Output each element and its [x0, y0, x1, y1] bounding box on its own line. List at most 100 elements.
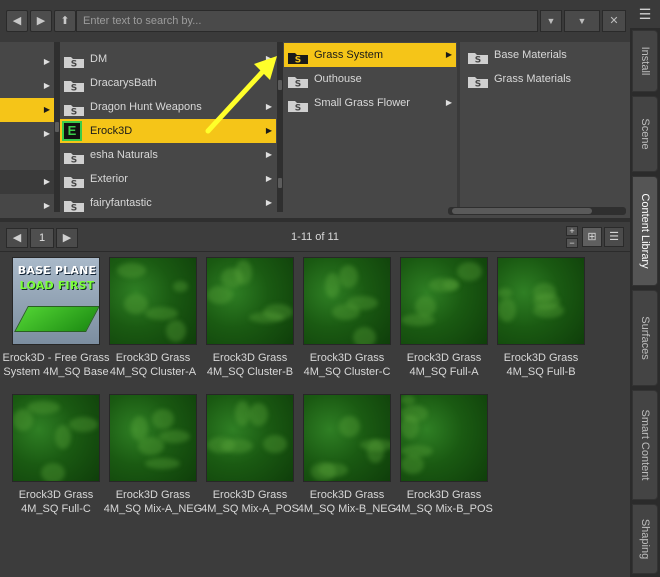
list-item[interactable]: ▶	[0, 122, 56, 146]
tab-content-library[interactable]: Content Library	[632, 176, 658, 286]
list-item[interactable]: S Grass Materials	[464, 67, 630, 91]
back-button[interactable]: ◀	[6, 10, 28, 32]
expand-arrow-icon: ▶	[265, 54, 272, 63]
content-library-toolbar: ◀ ▶ ⬆ ▼ ▼ ✕	[0, 0, 630, 42]
list-item[interactable]: S DM ▶	[60, 47, 276, 71]
browser-column-2: S DM ▶ S DracarysBath S Dragon Hunt Weapons ▶ E E…	[60, 42, 276, 212]
thumbnail-image: BASE PLANE LOAD FIRST	[12, 257, 100, 345]
tab-surfaces[interactable]: Surfaces	[632, 290, 658, 386]
content-item[interactable]: Erock3D Grass 4M_SQ Mix-A_NEG	[97, 390, 202, 525]
list-item[interactable]: S Dragon Hunt Weapons ▶	[60, 95, 276, 119]
list-item[interactable]: S DracarysBath	[60, 71, 276, 95]
expand-arrow-icon: ▶	[43, 129, 50, 138]
expand-arrow-icon: ▶	[265, 198, 272, 207]
prev-page-button[interactable]: ◀	[6, 228, 28, 248]
expand-arrow-icon: ▶	[265, 150, 272, 159]
list-item[interactable]: ▶	[0, 98, 56, 122]
content-item[interactable]: Erock3D Grass 4M_SQ Cluster-C	[291, 253, 391, 388]
panel-menu-icon[interactable]: ☰	[630, 0, 660, 28]
grass-thumbnail-image	[109, 394, 197, 482]
result-count: 1-11 of 11	[291, 231, 339, 243]
grass-plane-graphic	[14, 306, 99, 332]
folder-label: Grass Materials	[494, 73, 572, 85]
svg-text:S: S	[71, 60, 77, 69]
folder-icon: S	[64, 101, 84, 118]
content-item-label: Erock3D Grass 4M_SQ Mix-A_NEG	[103, 489, 203, 515]
list-item[interactable]: Sesha Naturals ▶	[60, 143, 276, 167]
column-splitter[interactable]	[457, 42, 460, 212]
side-tab-bar: ☰ Install Scene Content Library Surfaces Sma…	[630, 0, 660, 577]
content-item[interactable]: Erock3D Grass 4M_SQ Full-A	[388, 253, 488, 388]
tab-label: Install	[639, 46, 651, 76]
expand-arrow-icon: ▶	[43, 177, 50, 186]
folder-icon: S	[288, 73, 308, 90]
close-icon: ✕	[609, 15, 619, 27]
horizontal-scrollbar[interactable]	[448, 207, 626, 215]
content-item[interactable]: Erock3D Grass 4M_SQ Mix-B_POS	[388, 390, 493, 525]
folder-label: Exterior	[90, 173, 128, 185]
search-history-dropdown[interactable]: ▼	[540, 10, 562, 32]
tab-scene[interactable]: Scene	[632, 96, 658, 172]
list-item[interactable]: S Exterior ▶	[60, 167, 276, 191]
arrow-left-icon: ◀	[12, 232, 22, 244]
search-options-dropdown[interactable]: ▼	[564, 10, 600, 32]
up-folder-button[interactable]: ⬆	[54, 10, 76, 32]
content-item[interactable]: Erock3D Grass 4M_SQ Full-B	[485, 253, 585, 388]
list-item[interactable]: E Erock3D ▶	[60, 119, 276, 143]
content-item-label: Erock3D Grass 4M_SQ Full-C	[18, 489, 94, 515]
content-item-label: Erock3D - Free Grass System 4M_SQ Base	[2, 352, 110, 378]
folder-label: Erock3D	[90, 125, 133, 137]
folder-browser: ▶ ▶ ▶ ▶ ▶ ▶ S DM ▶ S DracarysBath S Dragon Hun…	[0, 42, 630, 218]
list-item[interactable]: ▶	[0, 50, 56, 74]
list-item[interactable]: S Outhouse	[284, 67, 456, 91]
folder-icon: S	[64, 77, 84, 94]
page-number[interactable]: 1	[30, 228, 54, 248]
content-item[interactable]: BASE PLANE LOAD FIRST Erock3D - Free Grass…	[0, 253, 109, 388]
folder-label: fairyfantastic	[90, 197, 152, 209]
folder-icon: S	[468, 73, 488, 90]
list-item[interactable]: S Small Grass Flower ▶	[284, 91, 456, 115]
tab-smart-content[interactable]: Smart Content	[632, 390, 658, 500]
content-item-label: Erock3D Grass 4M_SQ Cluster-C	[303, 352, 391, 378]
content-item[interactable]: Erock3D Grass 4M_SQ Mix-B_NEG	[291, 390, 396, 525]
content-item-label: Erock3D Grass 4M_SQ Cluster-B	[206, 352, 294, 378]
grid-view-button[interactable]: ⊞	[582, 227, 602, 247]
folder-label: DracarysBath	[90, 77, 157, 89]
thumbnail-size-stepper[interactable]: + −	[566, 226, 578, 248]
tab-install[interactable]: Install	[632, 30, 658, 92]
chevron-down-icon: ▼	[577, 16, 587, 26]
next-page-button[interactable]: ▶	[56, 228, 78, 248]
folder-label: esha Naturals	[90, 149, 158, 161]
arrow-right-icon: ▶	[62, 232, 72, 244]
content-item[interactable]: Erock3D Grass 4M_SQ Full-C	[0, 390, 100, 525]
expand-arrow-icon: ▶	[43, 201, 50, 210]
svg-text:S: S	[71, 84, 77, 93]
list-view-button[interactable]: ☰	[604, 227, 624, 247]
folder-label: Small Grass Flower	[314, 97, 410, 109]
search-input[interactable]	[76, 10, 538, 32]
minus-icon[interactable]: −	[566, 238, 578, 248]
thumbnail-title: BASE PLANE	[17, 264, 97, 277]
folder-icon: S	[64, 149, 84, 166]
svg-text:S: S	[71, 156, 77, 165]
grass-thumbnail-image	[497, 257, 585, 345]
column-splitter[interactable]	[277, 42, 283, 212]
list-item[interactable]: ▶	[0, 170, 56, 194]
content-item[interactable]: Erock3D Grass 4M_SQ Cluster-B	[194, 253, 294, 388]
content-item[interactable]: Erock3D Grass 4M_SQ Cluster-A	[97, 253, 197, 388]
list-item[interactable]	[0, 146, 56, 170]
list-item[interactable]: S Base Materials	[464, 43, 630, 67]
expand-arrow-icon: ▶	[43, 81, 50, 90]
list-item[interactable]: S Grass System ▶	[284, 43, 456, 67]
folder-icon: S	[64, 173, 84, 190]
content-item[interactable]: Erock3D Grass 4M_SQ Mix-A_POS	[194, 390, 299, 525]
clear-search-button[interactable]: ✕	[602, 10, 626, 32]
plus-icon[interactable]: +	[566, 226, 578, 236]
list-item[interactable]: ▶	[0, 74, 56, 98]
tab-shaping[interactable]: Shaping	[632, 504, 658, 574]
list-item[interactable]: ▶	[0, 194, 56, 212]
folder-label: Grass System	[314, 49, 384, 61]
grass-thumbnail-image	[400, 394, 488, 482]
forward-button[interactable]: ▶	[30, 10, 52, 32]
list-item[interactable]: Sfairyfantastic ▶	[60, 191, 276, 212]
